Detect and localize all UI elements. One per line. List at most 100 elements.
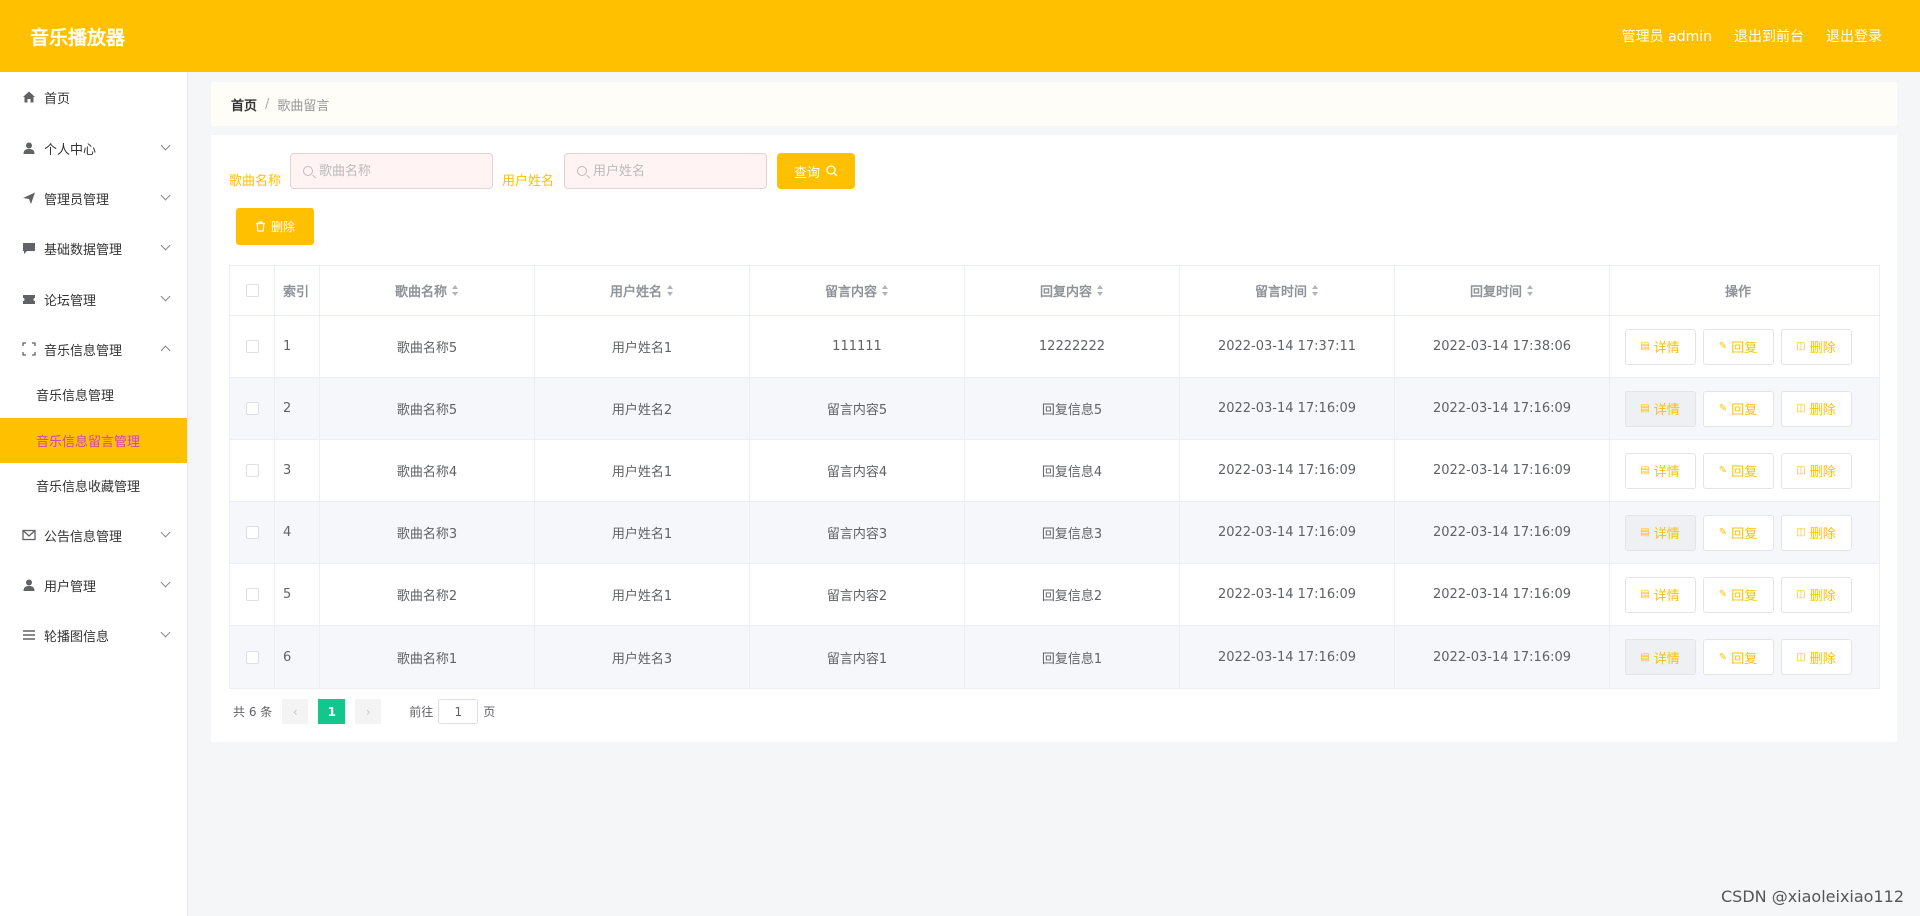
reply-button-label: 回复	[1731, 403, 1758, 418]
table-row: 5 歌曲名称2 用户姓名1 留言内容2 回复信息2 2022-03-14 17:16:09…	[230, 564, 1879, 626]
delete-button[interactable]: ◫ 删除	[1780, 390, 1852, 427]
sidebar-item-label: 首页	[44, 91, 71, 107]
user-name-search[interactable]	[564, 153, 767, 189]
cell-content: 留言内容2	[750, 564, 965, 625]
sidebar-item-basic-data[interactable]: 基础数据管理	[0, 225, 187, 271]
cell-actions: ▤ 详情 ✎ 回复 ◫ 删除	[1610, 564, 1866, 625]
row-checkbox-cell	[230, 378, 275, 439]
detail-button-label: 详情	[1653, 341, 1680, 356]
column-header-song[interactable]: 歌曲名称	[320, 266, 535, 315]
sidebar-item-label: 个人中心	[44, 142, 97, 158]
prev-page-button[interactable]: ‹	[282, 699, 309, 724]
row-checkbox[interactable]	[245, 340, 259, 353]
sidebar-item-label: 音乐信息收藏管理	[36, 480, 141, 495]
reply-button[interactable]: ✎ 回复	[1702, 639, 1774, 675]
sidebar-item-carousel[interactable]: 轮播图信息	[0, 612, 187, 658]
column-header-reply-time[interactable]: 回复时间	[1395, 266, 1610, 315]
sidebar-item-user-manage[interactable]: 用户管理	[0, 562, 187, 608]
sort-icon[interactable]	[882, 285, 889, 296]
user-icon	[22, 578, 36, 592]
query-button[interactable]: 查询	[777, 153, 855, 189]
cell-actions: ▤ 详情 ✎ 回复 ◫ 删除	[1610, 502, 1866, 563]
goto-page-input[interactable]	[438, 699, 479, 724]
cell-user: 用户姓名1	[535, 440, 750, 501]
cell-reply-time: 2022-03-14 17:16:09	[1395, 502, 1610, 563]
select-all-checkbox[interactable]	[245, 284, 259, 297]
cell-user: 用户姓名1	[535, 316, 750, 377]
column-header-content[interactable]: 留言内容	[750, 266, 965, 315]
detail-button[interactable]: ▤ 详情	[1624, 452, 1696, 489]
song-name-input[interactable]	[319, 163, 479, 179]
cell-song: 歌曲名称5	[320, 378, 535, 439]
column-header-actions: 操作	[1724, 285, 1751, 300]
delete-button[interactable]: ◫ 删除	[1780, 328, 1852, 365]
delete-button[interactable]: ◫ 删除	[1780, 452, 1852, 489]
row-checkbox[interactable]	[245, 464, 259, 477]
row-checkbox[interactable]	[245, 526, 259, 539]
detail-button-label: 详情	[1653, 465, 1680, 480]
detail-button[interactable]: ▤ 详情	[1624, 514, 1696, 551]
detail-button[interactable]: ▤ 详情	[1624, 639, 1696, 675]
cell-reply-time: 2022-03-14 17:16:09	[1395, 378, 1610, 439]
cell-reply: 回复信息4	[965, 440, 1180, 501]
sidebar-item-notice[interactable]: 公告信息管理	[0, 512, 187, 558]
back-to-front-link[interactable]: 退出到前台	[1734, 26, 1804, 46]
sort-icon[interactable]	[1527, 285, 1534, 296]
sidebar-subitem-music-comment-manage[interactable]: 音乐信息留言管理	[0, 418, 187, 463]
row-checkbox[interactable]	[245, 650, 259, 664]
song-name-search[interactable]	[290, 153, 493, 189]
reply-button[interactable]: ✎ 回复	[1702, 390, 1774, 427]
page-number-current[interactable]: 1	[318, 699, 346, 724]
detail-button[interactable]: ▤ 详情	[1624, 328, 1696, 365]
total-count: 共 6 条	[233, 705, 273, 719]
document-icon: ▤	[1640, 589, 1650, 600]
sidebar-subitem-music-info-manage[interactable]: 音乐信息管理	[0, 372, 187, 417]
batch-delete-button[interactable]: 删除	[236, 208, 314, 245]
column-header-label: 用户姓名	[609, 285, 662, 300]
cell-time: 2022-03-14 17:16:09	[1180, 502, 1395, 563]
reply-button[interactable]: ✎ 回复	[1702, 576, 1774, 613]
cell-actions: ▤ 详情 ✎ 回复 ◫ 删除	[1610, 378, 1866, 439]
sidebar: 首页 个人中心 管理员管理 基础数据管理 论坛管理 音乐信息管理 音乐信息管理 …	[0, 72, 188, 916]
row-checkbox[interactable]	[245, 402, 259, 415]
row-checkbox[interactable]	[245, 588, 259, 601]
cell-time: 2022-03-14 17:37:11	[1180, 316, 1395, 377]
sidebar-item-admin-manage[interactable]: 管理员管理	[0, 175, 187, 221]
detail-button[interactable]: ▤ 详情	[1624, 576, 1696, 613]
breadcrumb-home[interactable]: 首页	[231, 95, 257, 114]
breadcrumb-separator: /	[265, 96, 270, 112]
document-icon: ▤	[1640, 651, 1650, 663]
reply-button[interactable]: ✎ 回复	[1702, 514, 1774, 551]
sidebar-item-forum[interactable]: 论坛管理	[0, 276, 187, 322]
sort-icon[interactable]	[667, 285, 674, 296]
cell-index: 4	[275, 502, 320, 563]
sidebar-subitem-music-favorite-manage[interactable]: 音乐信息收藏管理	[0, 463, 187, 508]
table-header-row: 索引 歌曲名称 用户姓名 留言内容 回复内容 留言时间 回复时间 操作	[230, 266, 1879, 316]
delete-button[interactable]: ◫ 删除	[1780, 576, 1852, 613]
ticket-icon	[22, 292, 36, 306]
sort-icon[interactable]	[1097, 285, 1104, 296]
sidebar-item-personal-center[interactable]: 个人中心	[0, 125, 187, 171]
sort-icon[interactable]	[452, 285, 459, 296]
reply-button[interactable]: ✎ 回复	[1702, 452, 1774, 489]
row-checkbox-cell	[230, 626, 275, 688]
user-name-input[interactable]	[593, 163, 753, 179]
logout-link[interactable]: 退出登录	[1826, 26, 1882, 46]
detail-button-label: 详情	[1653, 527, 1680, 542]
query-button-label: 查询	[793, 165, 820, 181]
home-icon	[22, 90, 36, 104]
user-name-label: 用户姓名	[502, 174, 555, 189]
sidebar-item-music-info[interactable]: 音乐信息管理	[0, 326, 187, 372]
column-header-time[interactable]: 留言时间	[1180, 266, 1395, 315]
detail-button[interactable]: ▤ 详情	[1624, 390, 1696, 427]
sort-icon[interactable]	[1312, 285, 1319, 296]
column-header-user[interactable]: 用户姓名	[535, 266, 750, 315]
delete-button[interactable]: ◫ 删除	[1780, 514, 1852, 551]
breadcrumb-current: 歌曲留言	[277, 98, 330, 114]
sidebar-item-home[interactable]: 首页	[0, 74, 187, 120]
delete-button[interactable]: ◫ 删除	[1780, 639, 1852, 675]
comment-table: 索引 歌曲名称 用户姓名 留言内容 回复内容 留言时间 回复时间 操作 1 歌曲名…	[229, 265, 1880, 689]
column-header-reply[interactable]: 回复内容	[965, 266, 1180, 315]
reply-button[interactable]: ✎ 回复	[1702, 328, 1774, 365]
next-page-button[interactable]: ›	[355, 699, 382, 724]
